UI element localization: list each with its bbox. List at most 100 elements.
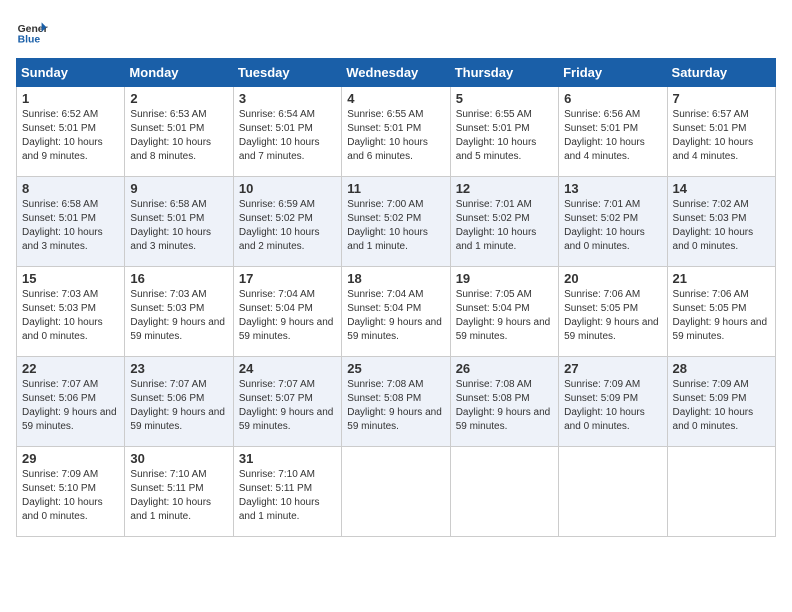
day-info: Sunrise: 7:08 AMSunset: 5:08 PMDaylight:… [347, 378, 444, 434]
day-number: 29 [22, 451, 119, 466]
calendar-cell: 26 Sunrise: 7:08 AMSunset: 5:08 PMDayligh… [450, 357, 558, 447]
day-info: Sunrise: 6:58 AMSunset: 5:01 PMDaylight:… [22, 198, 119, 254]
day-info: Sunrise: 7:06 AMSunset: 5:05 PMDaylight:… [673, 288, 770, 344]
calendar-cell: 22 Sunrise: 7:07 AMSunset: 5:06 PMDayligh… [17, 357, 125, 447]
calendar-cell: 10 Sunrise: 6:59 AMSunset: 5:02 PMDayligh… [233, 177, 341, 267]
day-number: 10 [239, 181, 336, 196]
day-number: 18 [347, 271, 444, 286]
day-info: Sunrise: 7:01 AMSunset: 5:02 PMDaylight:… [456, 198, 553, 254]
day-number: 28 [673, 361, 770, 376]
day-number: 2 [130, 91, 227, 106]
calendar-cell: 1 Sunrise: 6:52 AMSunset: 5:01 PMDaylight… [17, 87, 125, 177]
day-info: Sunrise: 6:55 AMSunset: 5:01 PMDaylight:… [347, 108, 444, 164]
day-info: Sunrise: 6:53 AMSunset: 5:01 PMDaylight:… [130, 108, 227, 164]
day-info: Sunrise: 7:01 AMSunset: 5:02 PMDaylight:… [564, 198, 661, 254]
day-number: 1 [22, 91, 119, 106]
weekday-header: Tuesday [233, 59, 341, 87]
calendar-cell [342, 447, 450, 537]
day-number: 13 [564, 181, 661, 196]
calendar-cell: 27 Sunrise: 7:09 AMSunset: 5:09 PMDayligh… [559, 357, 667, 447]
calendar-cell: 8 Sunrise: 6:58 AMSunset: 5:01 PMDaylight… [17, 177, 125, 267]
weekday-header: Thursday [450, 59, 558, 87]
day-info: Sunrise: 7:10 AMSunset: 5:11 PMDaylight:… [130, 468, 227, 524]
day-info: Sunrise: 7:10 AMSunset: 5:11 PMDaylight:… [239, 468, 336, 524]
calendar-cell: 30 Sunrise: 7:10 AMSunset: 5:11 PMDayligh… [125, 447, 233, 537]
day-number: 30 [130, 451, 227, 466]
day-number: 22 [22, 361, 119, 376]
day-number: 26 [456, 361, 553, 376]
calendar-cell: 4 Sunrise: 6:55 AMSunset: 5:01 PMDaylight… [342, 87, 450, 177]
calendar-cell: 12Sunrise: 7:01 AMSunset: 5:02 PMDayligh… [450, 177, 558, 267]
calendar-cell: 15 Sunrise: 7:03 AMSunset: 5:03 PMDayligh… [17, 267, 125, 357]
day-info: Sunrise: 7:04 AMSunset: 5:04 PMDaylight:… [347, 288, 444, 344]
calendar-cell: 21Sunrise: 7:06 AMSunset: 5:05 PMDayligh… [667, 267, 775, 357]
day-number: 17 [239, 271, 336, 286]
day-info: Sunrise: 7:09 AMSunset: 5:09 PMDaylight:… [564, 378, 661, 434]
day-info: Sunrise: 7:03 AMSunset: 5:03 PMDaylight:… [130, 288, 227, 344]
calendar-cell: 9Sunrise: 6:58 AMSunset: 5:01 PMDaylight… [125, 177, 233, 267]
calendar-cell: 18 Sunrise: 7:04 AMSunset: 5:04 PMDayligh… [342, 267, 450, 357]
weekday-header: Friday [559, 59, 667, 87]
calendar-cell [559, 447, 667, 537]
day-info: Sunrise: 7:02 AMSunset: 5:03 PMDaylight:… [673, 198, 770, 254]
weekday-header: Monday [125, 59, 233, 87]
calendar-cell: 31 Sunrise: 7:10 AMSunset: 5:11 PMDayligh… [233, 447, 341, 537]
day-info: Sunrise: 6:57 AMSunset: 5:01 PMDaylight:… [673, 108, 770, 164]
calendar-cell: 28 Sunrise: 7:09 AMSunset: 5:09 PMDayligh… [667, 357, 775, 447]
day-number: 19 [456, 271, 553, 286]
day-number: 27 [564, 361, 661, 376]
day-number: 25 [347, 361, 444, 376]
day-info: Sunrise: 6:55 AMSunset: 5:01 PMDaylight:… [456, 108, 553, 164]
calendar-week-row: 15 Sunrise: 7:03 AMSunset: 5:03 PMDayligh… [17, 267, 776, 357]
calendar-cell: 20 Sunrise: 7:06 AMSunset: 5:05 PMDayligh… [559, 267, 667, 357]
calendar-cell: 29 Sunrise: 7:09 AMSunset: 5:10 PMDayligh… [17, 447, 125, 537]
day-number: 4 [347, 91, 444, 106]
calendar-week-row: 22 Sunrise: 7:07 AMSunset: 5:06 PMDayligh… [17, 357, 776, 447]
day-info: Sunrise: 7:07 AMSunset: 5:06 PMDaylight:… [22, 378, 119, 434]
day-info: Sunrise: 7:06 AMSunset: 5:05 PMDaylight:… [564, 288, 661, 344]
page-header: General Blue [16, 16, 776, 48]
day-info: Sunrise: 7:00 AMSunset: 5:02 PMDaylight:… [347, 198, 444, 254]
calendar-cell: 19 Sunrise: 7:05 AMSunset: 5:04 PMDayligh… [450, 267, 558, 357]
calendar-cell: 7 Sunrise: 6:57 AMSunset: 5:01 PMDaylight… [667, 87, 775, 177]
day-number: 8 [22, 181, 119, 196]
calendar-cell: 11 Sunrise: 7:00 AMSunset: 5:02 PMDayligh… [342, 177, 450, 267]
day-number: 24 [239, 361, 336, 376]
calendar-cell: 13 Sunrise: 7:01 AMSunset: 5:02 PMDayligh… [559, 177, 667, 267]
day-info: Sunrise: 7:05 AMSunset: 5:04 PMDaylight:… [456, 288, 553, 344]
day-number: 16 [130, 271, 227, 286]
day-info: Sunrise: 7:04 AMSunset: 5:04 PMDaylight:… [239, 288, 336, 344]
calendar-cell: 5 Sunrise: 6:55 AMSunset: 5:01 PMDaylight… [450, 87, 558, 177]
weekday-header: Saturday [667, 59, 775, 87]
calendar-week-row: 1 Sunrise: 6:52 AMSunset: 5:01 PMDaylight… [17, 87, 776, 177]
day-number: 7 [673, 91, 770, 106]
day-number: 15 [22, 271, 119, 286]
calendar-cell [450, 447, 558, 537]
day-number: 9 [130, 181, 227, 196]
logo-icon: General Blue [16, 16, 48, 48]
day-number: 23 [130, 361, 227, 376]
day-info: Sunrise: 6:52 AMSunset: 5:01 PMDaylight:… [22, 108, 119, 164]
calendar-cell: 23 Sunrise: 7:07 AMSunset: 5:06 PMDayligh… [125, 357, 233, 447]
day-info: Sunrise: 7:07 AMSunset: 5:06 PMDaylight:… [130, 378, 227, 434]
day-number: 20 [564, 271, 661, 286]
day-info: Sunrise: 6:59 AMSunset: 5:02 PMDaylight:… [239, 198, 336, 254]
weekday-header: Wednesday [342, 59, 450, 87]
day-number: 11 [347, 181, 444, 196]
day-info: Sunrise: 7:03 AMSunset: 5:03 PMDaylight:… [22, 288, 119, 344]
calendar-week-row: 8 Sunrise: 6:58 AMSunset: 5:01 PMDaylight… [17, 177, 776, 267]
day-info: Sunrise: 7:09 AMSunset: 5:10 PMDaylight:… [22, 468, 119, 524]
day-info: Sunrise: 7:08 AMSunset: 5:08 PMDaylight:… [456, 378, 553, 434]
calendar-table: SundayMondayTuesdayWednesdayThursdayFrid… [16, 58, 776, 537]
calendar-cell: 3Sunrise: 6:54 AMSunset: 5:01 PMDaylight… [233, 87, 341, 177]
calendar-cell: 6Sunrise: 6:56 AMSunset: 5:01 PMDaylight… [559, 87, 667, 177]
calendar-cell: 2 Sunrise: 6:53 AMSunset: 5:01 PMDaylight… [125, 87, 233, 177]
day-info: Sunrise: 6:56 AMSunset: 5:01 PMDaylight:… [564, 108, 661, 164]
day-info: Sunrise: 6:54 AMSunset: 5:01 PMDaylight:… [239, 108, 336, 164]
calendar-cell: 14Sunrise: 7:02 AMSunset: 5:03 PMDayligh… [667, 177, 775, 267]
calendar-cell [667, 447, 775, 537]
day-number: 31 [239, 451, 336, 466]
day-number: 5 [456, 91, 553, 106]
logo: General Blue [16, 16, 48, 48]
day-info: Sunrise: 7:09 AMSunset: 5:09 PMDaylight:… [673, 378, 770, 434]
